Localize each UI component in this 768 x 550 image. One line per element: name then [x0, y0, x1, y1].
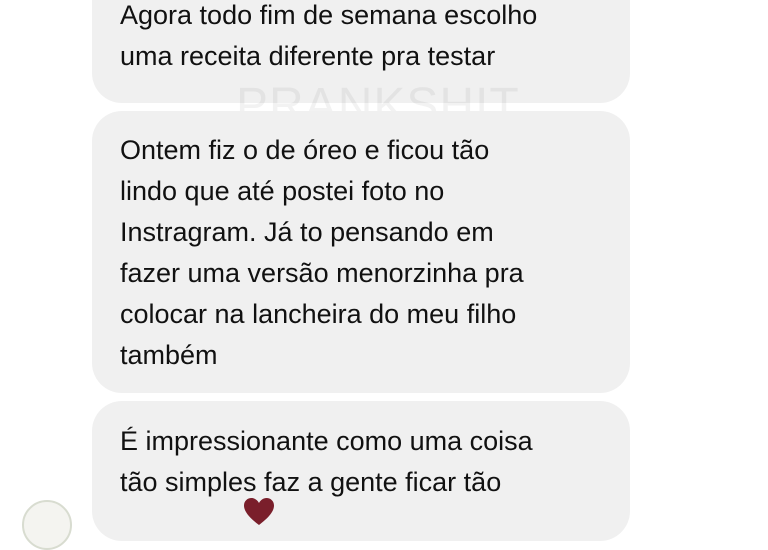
message-bubble[interactable]: É impressionante como uma coisa tão simp… [92, 401, 630, 541]
message-text-line: também [120, 340, 218, 370]
message-text-line: É impressionante como uma coisa [120, 426, 533, 456]
message-text-line: Ontem fiz o de óreo e ficou tão [120, 135, 490, 165]
heart-icon [243, 497, 275, 529]
message-text-line: uma receita diferente pra testar [120, 41, 496, 71]
message-text-line: Agora todo fim de semana escolho [120, 0, 538, 30]
message-text-line: fazer uma versão menorzinha pra [120, 258, 524, 288]
message-text-line: Instragram. Já to pensando em [120, 217, 494, 247]
avatar[interactable] [22, 500, 72, 550]
message-text-line: lindo que até postei foto no [120, 176, 445, 206]
message-bubble[interactable]: Ontem fiz o de óreo e ficou tão lindo qu… [92, 111, 630, 393]
message-bubble[interactable]: Agora todo fim de semana escolho uma rec… [92, 0, 630, 103]
message-text-line: tão simples faz a gente ficar tão [120, 467, 502, 497]
message-text-line: colocar na lancheira do meu filho [120, 299, 517, 329]
